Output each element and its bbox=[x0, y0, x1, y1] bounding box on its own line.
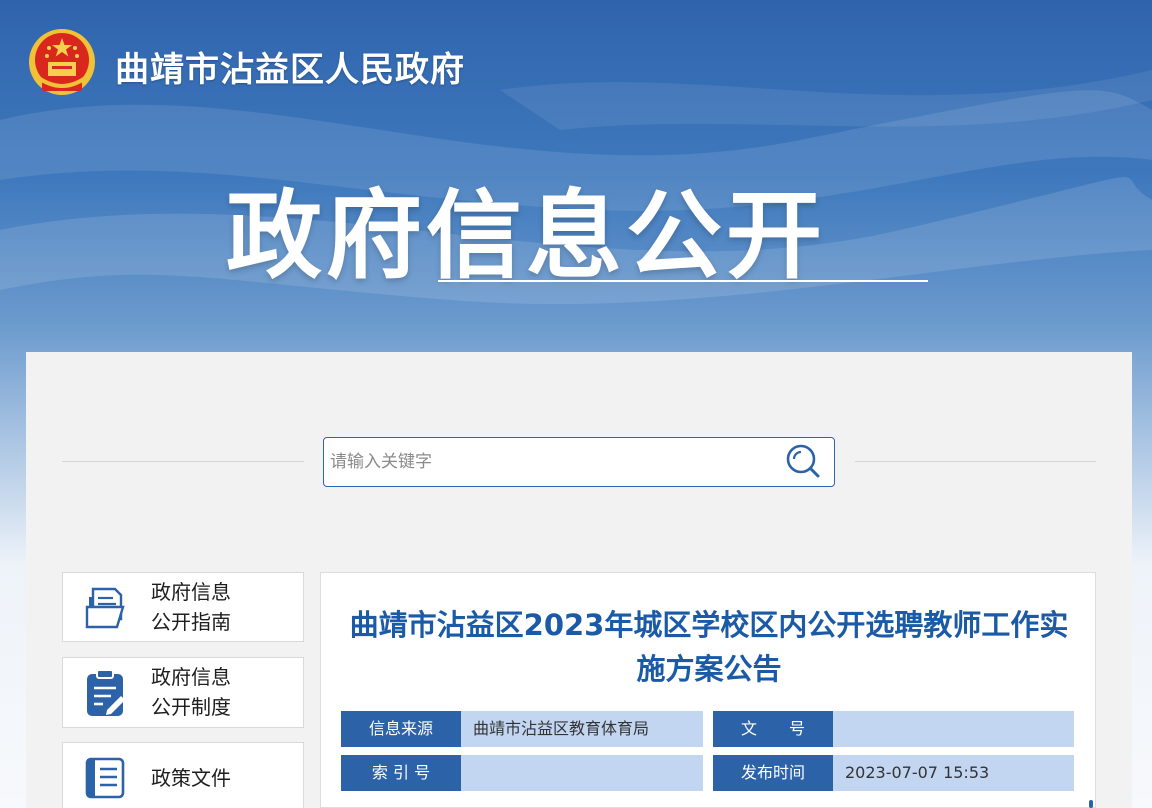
sidebar-item-system-line1: 政府信息 bbox=[151, 665, 231, 689]
search-box[interactable] bbox=[323, 437, 835, 487]
sidebar-item-system-line2: 公开制度 bbox=[151, 695, 231, 719]
site-title[interactable]: 曲靖市沾益区人民政府 bbox=[115, 42, 465, 91]
meta-doc-no-label: 文 号 bbox=[713, 711, 833, 747]
meta-source-label: 信息来源 bbox=[341, 711, 461, 747]
scroll-indicator[interactable] bbox=[1089, 800, 1093, 808]
clipboard-edit-icon bbox=[87, 669, 125, 716]
meta-index-label: 索 引 号 bbox=[341, 755, 461, 791]
sidebar-item-policy-label: 政策文件 bbox=[151, 766, 231, 790]
sidebar-item-system[interactable]: 政府信息 公开制度 bbox=[62, 657, 304, 728]
hero-title: 政府信息公开 bbox=[226, 180, 826, 292]
list-document-icon bbox=[85, 757, 125, 799]
national-emblem-icon bbox=[29, 29, 95, 95]
meta-date-value: 2023-07-07 15:53 bbox=[833, 755, 1074, 791]
search-divider-right bbox=[855, 461, 1096, 462]
meta-date-label: 发布时间 bbox=[713, 755, 833, 791]
document-folder-icon bbox=[85, 587, 125, 629]
meta-doc-no-value bbox=[833, 711, 1074, 747]
sidebar-item-guide[interactable]: 政府信息 公开指南 bbox=[62, 572, 304, 642]
sidebar-item-guide-line2: 公开指南 bbox=[151, 610, 231, 634]
meta-source-value: 曲靖市沾益区教育体育局 bbox=[461, 711, 703, 747]
article-title: 曲靖市沾益区2023年城区学校区内公开选聘教师工作实施方案公告 bbox=[349, 608, 1069, 686]
sidebar-item-policy[interactable]: 政策文件 bbox=[62, 742, 350, 808]
search-icon[interactable] bbox=[784, 442, 822, 480]
search-input[interactable] bbox=[330, 448, 770, 476]
sidebar-item-guide-line1: 政府信息 bbox=[151, 580, 231, 604]
hero-underline bbox=[438, 280, 928, 282]
meta-index-value bbox=[461, 755, 703, 791]
search-divider-left bbox=[62, 461, 304, 462]
